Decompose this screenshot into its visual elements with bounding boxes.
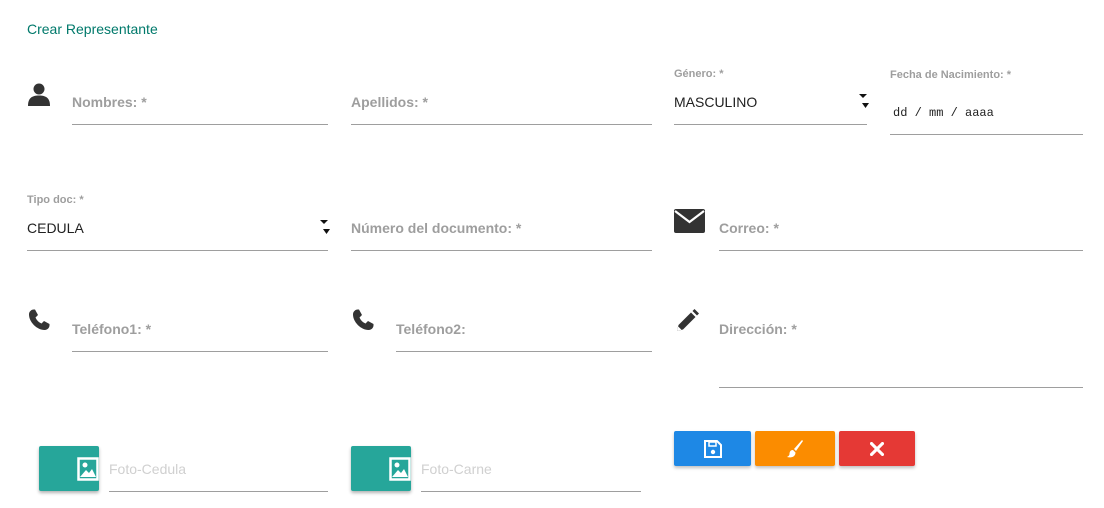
page-title: Crear Representante — [27, 21, 158, 37]
genero-label: Género: * — [674, 68, 724, 80]
nombres-field[interactable]: Nombres: * — [72, 80, 328, 125]
phone-icon — [351, 308, 375, 332]
tipo-doc-value: CEDULA — [27, 220, 84, 236]
foto-cedula-upload-button[interactable] — [39, 446, 99, 491]
fecha-nacimiento-input[interactable]: dd / mm / aaaa — [890, 90, 1083, 135]
save-icon — [703, 439, 722, 458]
telefono1-field[interactable]: Teléfono1: * — [72, 307, 328, 352]
tipo-doc-dropdown-arrow-icon[interactable] — [320, 220, 330, 234]
close-icon — [870, 441, 884, 456]
foto-cedula-input[interactable]: Foto-Cedula — [109, 447, 328, 492]
fecha-nacimiento-label: Fecha de Nacimiento: * — [890, 69, 1012, 81]
direccion-field[interactable]: Dirección: * — [719, 307, 1083, 388]
telefono2-field[interactable]: Teléfono2: — [396, 307, 652, 352]
apellidos-label: Apellidos: * — [351, 94, 429, 110]
fecha-nacimiento-value: dd / mm / aaaa — [893, 106, 994, 120]
tipo-doc-select[interactable]: CEDULA — [27, 206, 328, 251]
clear-button[interactable] — [755, 431, 835, 466]
envelope-icon — [674, 208, 705, 234]
foto-carne-input[interactable]: Foto-Carne — [421, 447, 641, 492]
nombres-label: Nombres: * — [72, 94, 147, 110]
paint-brush-icon — [787, 439, 803, 457]
user-icon — [27, 82, 51, 106]
telefono2-label: Teléfono2: — [396, 321, 466, 337]
genero-dropdown-arrow-icon[interactable] — [859, 94, 869, 108]
tipo-doc-label: Tipo doc: * — [27, 194, 84, 206]
correo-field[interactable]: Correo: * — [719, 206, 1083, 251]
genero-value: MASCULINO — [674, 94, 758, 110]
save-button[interactable] — [674, 431, 751, 466]
cancel-button[interactable] — [839, 431, 915, 466]
numero-documento-label: Número del documento: * — [351, 220, 522, 236]
image-icon — [77, 457, 99, 481]
phone-icon — [27, 308, 51, 332]
correo-label: Correo: * — [719, 220, 779, 236]
image-icon — [389, 457, 411, 481]
numero-documento-field[interactable]: Número del documento: * — [351, 206, 652, 251]
foto-carne-upload-button[interactable] — [351, 446, 411, 491]
telefono1-label: Teléfono1: * — [72, 321, 152, 337]
direccion-label: Dirección: * — [719, 321, 797, 337]
foto-carne-placeholder: Foto-Carne — [421, 461, 492, 477]
apellidos-field[interactable]: Apellidos: * — [351, 80, 652, 125]
pencil-icon — [675, 309, 699, 333]
genero-select[interactable]: MASCULINO — [674, 80, 867, 125]
foto-cedula-placeholder: Foto-Cedula — [109, 461, 187, 477]
